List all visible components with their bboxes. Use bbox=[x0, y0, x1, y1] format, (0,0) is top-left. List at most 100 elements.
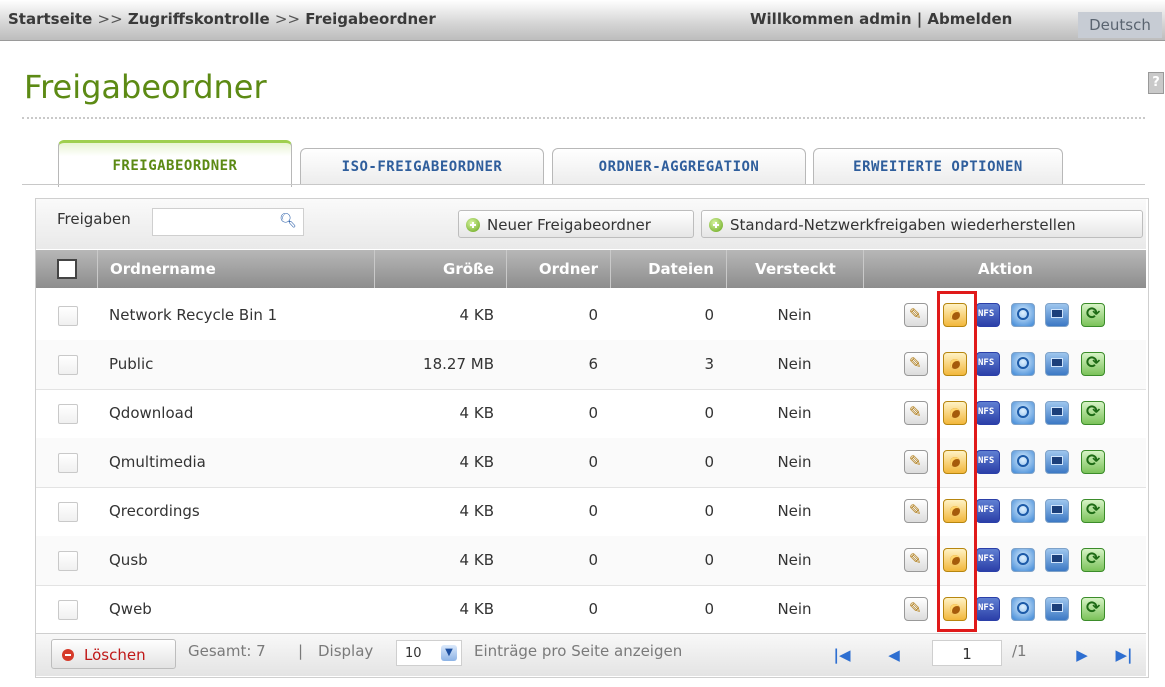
refresh-icon[interactable] bbox=[1081, 548, 1105, 572]
monitor-icon[interactable] bbox=[1045, 548, 1069, 572]
monitor-icon[interactable] bbox=[1045, 597, 1069, 621]
folder-name-cell: Qweb bbox=[109, 600, 152, 618]
folders-cell: 0 bbox=[588, 502, 598, 520]
nfs-icon[interactable] bbox=[976, 548, 1000, 572]
row-checkbox[interactable] bbox=[58, 404, 78, 424]
search-input[interactable]: 🔍︎ bbox=[152, 208, 304, 236]
files-cell: 0 bbox=[704, 404, 714, 422]
web-icon[interactable] bbox=[1011, 597, 1035, 621]
web-icon[interactable] bbox=[1011, 499, 1035, 523]
files-cell: 0 bbox=[704, 306, 714, 324]
edit-icon[interactable] bbox=[904, 352, 928, 376]
nfs-icon[interactable] bbox=[976, 352, 1000, 376]
web-icon[interactable] bbox=[1011, 401, 1035, 425]
refresh-icon[interactable] bbox=[1081, 303, 1105, 327]
nfs-icon[interactable] bbox=[976, 401, 1000, 425]
delete-button[interactable]: Löschen bbox=[51, 639, 176, 669]
folder-name-cell: Public bbox=[109, 355, 154, 373]
files-cell: 3 bbox=[704, 355, 714, 373]
breadcrumb-access-control[interactable]: Zugriffskontrolle bbox=[128, 10, 270, 28]
row-checkbox[interactable] bbox=[58, 306, 78, 326]
refresh-icon[interactable] bbox=[1081, 597, 1105, 621]
select-all-checkbox[interactable] bbox=[57, 259, 77, 279]
page-title: Freigabeordner bbox=[24, 68, 267, 106]
folders-cell: 0 bbox=[588, 404, 598, 422]
monitor-icon[interactable] bbox=[1045, 303, 1069, 327]
refresh-icon[interactable] bbox=[1081, 450, 1105, 474]
row-checkbox[interactable] bbox=[58, 453, 78, 473]
row-checkbox[interactable] bbox=[58, 502, 78, 522]
page-size-value: 10 bbox=[405, 646, 422, 661]
row-checkbox[interactable] bbox=[58, 600, 78, 620]
language-selector[interactable]: Deutsch bbox=[1078, 12, 1162, 38]
monitor-icon[interactable] bbox=[1045, 401, 1069, 425]
next-page-icon[interactable]: ▶ bbox=[1070, 643, 1094, 667]
help-icon[interactable]: ? bbox=[1148, 72, 1164, 94]
web-icon[interactable] bbox=[1011, 303, 1035, 327]
monitor-icon[interactable] bbox=[1045, 450, 1069, 474]
breadcrumb: Startseite >> Zugriffskontrolle >> Freig… bbox=[8, 10, 436, 28]
edit-icon[interactable] bbox=[904, 303, 928, 327]
hidden-cell: Nein bbox=[777, 306, 812, 324]
header-folder-name[interactable]: Ordnername bbox=[97, 250, 374, 288]
search-icon[interactable]: 🔍︎ bbox=[279, 213, 297, 229]
files-cell: 0 bbox=[704, 551, 714, 569]
edit-icon[interactable] bbox=[904, 597, 928, 621]
web-icon[interactable] bbox=[1011, 352, 1035, 376]
row-checkbox[interactable] bbox=[58, 551, 78, 571]
restore-default-shares-button[interactable]: Standard-Netzwerkfreigaben wiederherstel… bbox=[701, 210, 1143, 238]
folder-name-cell: Qdownload bbox=[109, 404, 194, 422]
size-cell: 4 KB bbox=[459, 600, 494, 618]
edit-icon[interactable] bbox=[904, 548, 928, 572]
folder-name-cell: Qmultimedia bbox=[109, 453, 206, 471]
breadcrumb-home[interactable]: Startseite bbox=[8, 10, 92, 28]
tab-ordner-aggregation[interactable]: ORDNER-AGGREGATION bbox=[552, 148, 806, 185]
size-cell: 4 KB bbox=[459, 404, 494, 422]
nfs-icon[interactable] bbox=[976, 450, 1000, 474]
edit-icon[interactable] bbox=[904, 401, 928, 425]
files-cell: 0 bbox=[704, 502, 714, 520]
monitor-icon[interactable] bbox=[1045, 352, 1069, 376]
tab-baseline bbox=[22, 184, 1145, 185]
folder-name-cell: Qrecordings bbox=[109, 502, 200, 520]
filter-label: Freigaben bbox=[57, 210, 131, 228]
entries-per-page-label: Einträge pro Seite anzeigen bbox=[474, 642, 683, 660]
tab-iso-freigabeordner[interactable]: ISO-FREIGABEORDNER bbox=[300, 148, 544, 185]
folder-name-cell: Qusb bbox=[109, 551, 148, 569]
first-page-icon[interactable]: |◀ bbox=[830, 643, 854, 667]
header-action: Aktion bbox=[863, 250, 1147, 288]
size-cell: 4 KB bbox=[459, 306, 494, 324]
monitor-icon[interactable] bbox=[1045, 499, 1069, 523]
folders-cell: 0 bbox=[588, 600, 598, 618]
previous-page-icon[interactable]: ◀ bbox=[882, 643, 906, 667]
nfs-icon[interactable] bbox=[976, 303, 1000, 327]
size-cell: 4 KB bbox=[459, 502, 494, 520]
hidden-cell: Nein bbox=[777, 551, 812, 569]
nfs-icon[interactable] bbox=[976, 499, 1000, 523]
web-icon[interactable] bbox=[1011, 548, 1035, 572]
refresh-icon[interactable] bbox=[1081, 499, 1105, 523]
refresh-icon[interactable] bbox=[1081, 401, 1105, 425]
page-size-select[interactable]: 10 ▼ bbox=[396, 640, 462, 666]
files-cell: 0 bbox=[704, 600, 714, 618]
nfs-icon[interactable] bbox=[976, 597, 1000, 621]
header-folders[interactable]: Ordner bbox=[506, 250, 610, 288]
new-share-button[interactable]: Neuer Freigabeordner bbox=[458, 210, 694, 238]
web-icon[interactable] bbox=[1011, 450, 1035, 474]
last-page-icon[interactable]: ▶| bbox=[1112, 643, 1136, 667]
welcome-logout[interactable]: Willkommen admin | Abmelden bbox=[750, 10, 1012, 28]
highlight-box bbox=[937, 291, 977, 632]
hidden-cell: Nein bbox=[777, 600, 812, 618]
edit-icon[interactable] bbox=[904, 499, 928, 523]
tab-freigabeordner[interactable]: FREIGABEORDNER bbox=[58, 140, 292, 187]
page-number-input[interactable]: 1 bbox=[932, 640, 1002, 666]
chevron-down-icon[interactable]: ▼ bbox=[441, 645, 457, 661]
tab-erweiterte-optionen[interactable]: ERWEITERTE OPTIONEN bbox=[813, 148, 1063, 185]
row-checkbox[interactable] bbox=[58, 355, 78, 375]
header-hidden[interactable]: Versteckt bbox=[726, 250, 864, 288]
display-label: Display bbox=[318, 642, 374, 660]
edit-icon[interactable] bbox=[904, 450, 928, 474]
header-files[interactable]: Dateien bbox=[610, 250, 726, 288]
refresh-icon[interactable] bbox=[1081, 352, 1105, 376]
header-size[interactable]: Größe bbox=[374, 250, 506, 288]
